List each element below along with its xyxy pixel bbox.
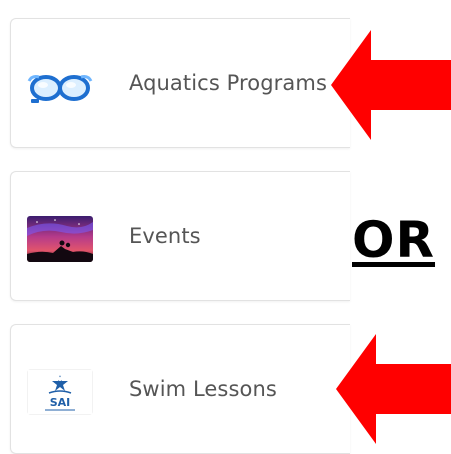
aquatics-programs-card[interactable]: Aquatics Programs [10, 18, 350, 148]
red-arrow-icon [331, 30, 451, 140]
card-label: Aquatics Programs [129, 71, 327, 95]
events-card[interactable]: Events [10, 171, 350, 301]
card-label: Events [129, 224, 201, 248]
night-sky-icon [27, 216, 93, 262]
or-annotation: OR [352, 211, 436, 269]
card-label: Swim Lessons [129, 377, 277, 401]
swim-lessons-card[interactable]: SAI Swim Lessons [10, 324, 350, 454]
red-arrow-icon [336, 334, 451, 444]
sai-logo: SAI [27, 369, 93, 415]
program-picker-page: Aquatics Programs Events SAI Swim Lesson… [0, 0, 451, 454]
svg-text:SAI: SAI [50, 396, 71, 409]
swim-goggles-icon [27, 63, 93, 109]
